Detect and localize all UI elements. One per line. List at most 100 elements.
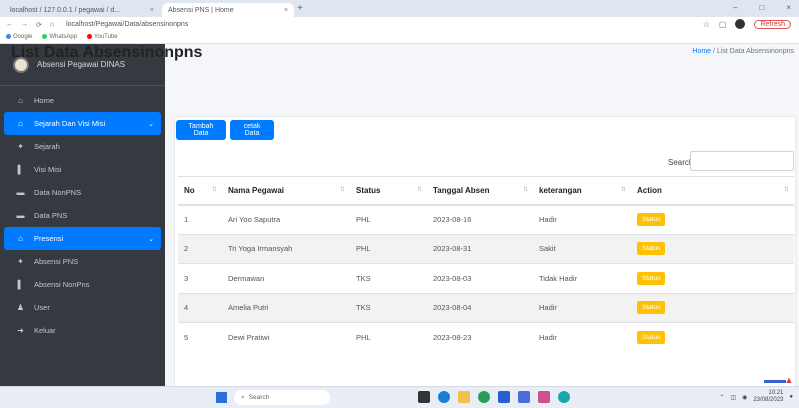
notification-icon[interactable]: ● <box>789 394 793 400</box>
table-row: 1 Ari Yoo Saputra PHL 2023-08-16 Hadir Status <box>178 204 794 234</box>
cell-nama-pegawai: Dewi Pratiwi <box>222 322 350 352</box>
sidebar-item-label: Data PNS <box>34 211 68 220</box>
column-header-nama[interactable]: Nama Pegawai ⇅ <box>222 176 350 206</box>
system-tray: ⌃ ◫ ◉ 10:21 23/08/2023 ● <box>719 390 793 404</box>
pin-icon: ✦ <box>17 142 24 151</box>
app-icon[interactable] <box>558 391 570 403</box>
office-icon[interactable] <box>538 391 550 403</box>
home-icon[interactable]: ⌂ <box>50 21 54 28</box>
cell-action: Status <box>631 263 794 293</box>
cell-status: TKS <box>350 292 427 323</box>
status-button[interactable]: Status <box>637 271 666 285</box>
breadcrumb-current: List Data Absensinonpns <box>716 48 794 55</box>
clock[interactable]: 10:21 23/08/2023 <box>753 390 783 404</box>
bookmark-whatsapp[interactable]: WhatsApp <box>42 34 77 41</box>
print-data-button[interactable]: cetak Data <box>230 120 274 140</box>
sidebar-item-data-nonpns[interactable]: ▬ Data NonPNS <box>4 181 161 204</box>
status-button[interactable]: Status <box>637 331 666 344</box>
cell-action: Status <box>631 233 794 264</box>
profile-avatar[interactable] <box>735 19 746 29</box>
extensions-icon[interactable]: ▢ <box>719 20 727 29</box>
add-data-button[interactable]: Tambah Data <box>176 120 226 140</box>
sidebar-item-absensi-nonpns[interactable]: ▌ Absensi NonPns <box>4 273 161 296</box>
os-taskbar: ⌕ Search ⌃ ◫ ◉ 10:21 23/08/2023 ● <box>0 386 799 408</box>
google-icon <box>6 34 11 40</box>
status-button[interactable]: Status <box>637 301 666 315</box>
column-header-action[interactable]: Action ⇅ <box>631 176 794 206</box>
refresh-button[interactable]: Refresh <box>754 19 791 29</box>
column-header-status[interactable]: Status ⇅ <box>350 176 427 206</box>
chevron-up-icon[interactable]: ⌃ <box>719 394 724 401</box>
store-icon[interactable] <box>498 391 510 403</box>
cell-tanggal-absen: 2023-08-23 <box>427 322 533 352</box>
new-tab-button[interactable]: + <box>297 3 303 14</box>
taskbar-apps <box>418 391 570 403</box>
address-bar-actions: ☆ ▢ Refresh <box>703 19 791 29</box>
sidebar-item-label: Visi Misi <box>34 165 62 174</box>
sidebar-item-keluar[interactable]: ➜ Keluar <box>4 319 161 342</box>
cell-keterangan: Tidak Hadir <box>533 263 631 293</box>
sort-icon: ⇅ <box>783 186 789 193</box>
table-row: 5 Dewi Pratiwi PHL 2023-08-23 Hadir Status <box>178 322 794 352</box>
forward-icon[interactable]: → <box>21 21 28 28</box>
close-window-button[interactable]: × <box>786 3 791 12</box>
status-button[interactable]: Status <box>637 242 666 256</box>
browser-tab-active[interactable]: Absensi PNS | Home × <box>162 3 294 17</box>
status-button[interactable]: Status <box>637 213 666 226</box>
volume-icon[interactable]: ◉ <box>742 394 747 401</box>
reload-icon[interactable]: ⟳ <box>36 21 42 29</box>
bar-icon: ▌ <box>17 280 24 289</box>
table-row: 4 Amelia Putri TKS 2023-08-04 Hadir Status <box>178 292 794 323</box>
browser-tab-phpmyadmin[interactable]: localhost / 127.0.0.1 / pegawai / d... × <box>4 3 160 17</box>
sidebar-item-home[interactable]: ⌂ Home <box>4 89 161 112</box>
scroll-top-icon[interactable]: ▲ <box>783 374 795 386</box>
column-header-no[interactable]: No ⇅ <box>178 176 222 206</box>
breadcrumb-home[interactable]: Home <box>692 48 711 55</box>
close-icon[interactable]: × <box>284 7 288 14</box>
sidebar-item-user[interactable]: ♟ User <box>4 296 161 319</box>
sidebar-item-label: Absensi NonPns <box>34 280 90 289</box>
task-view-icon[interactable] <box>418 391 430 403</box>
close-icon[interactable]: × <box>150 7 154 14</box>
chrome-icon[interactable] <box>478 391 490 403</box>
sidebar-item-presensi[interactable]: ⌂ Presensi ⌄ <box>4 227 161 250</box>
file-explorer-icon[interactable] <box>458 391 470 403</box>
breadcrumb-separator: / <box>713 48 715 55</box>
chevron-down-icon: ⌄ <box>148 120 154 128</box>
column-header-keterangan[interactable]: keterangan ⇅ <box>533 176 631 206</box>
sidebar-item-sejarah[interactable]: ✦ Sejarah <box>4 135 161 158</box>
pin-icon: ✦ <box>17 257 24 266</box>
minimize-button[interactable]: – <box>733 3 737 12</box>
cell-tanggal-absen: 2023-08-16 <box>427 204 533 234</box>
maximize-button[interactable]: □ <box>759 3 764 12</box>
bookmark-youtube[interactable]: YouTube <box>87 34 118 41</box>
browser-tab-bar: localhost / 127.0.0.1 / pegawai / d... ×… <box>0 0 799 17</box>
back-icon[interactable]: ← <box>6 21 13 28</box>
sidebar-nav: ⌂ Home ⌂ Sejarah Dan Visi Misi ⌄ ✦ Sejarah ▌ Vis… <box>0 89 165 342</box>
sidebar-item-absensi-pns[interactable]: ✦ Absensi PNS <box>4 250 161 273</box>
sidebar-item-label: Sejarah <box>34 142 60 151</box>
home-icon: ⌂ <box>18 234 23 243</box>
windows-start-icon[interactable] <box>216 392 227 403</box>
bookmark-google[interactable]: Google <box>6 34 32 41</box>
cell-status: PHL <box>350 204 427 234</box>
photos-icon[interactable] <box>518 391 530 403</box>
taskbar-search[interactable]: ⌕ Search <box>234 390 330 405</box>
whatsapp-icon <box>42 34 48 40</box>
search-input[interactable] <box>690 151 794 171</box>
sidebar-item-label: Keluar <box>34 326 56 335</box>
url-field[interactable]: localhost/Pegawai/Data/absensinonpns <box>66 21 188 28</box>
cell-keterangan: Hadir <box>533 322 631 352</box>
column-header-tanggal[interactable]: Tanggal Absen ⇅ <box>427 176 533 206</box>
table-row: 3 Dermawan TKS 2023-08-03 Tidak Hadir Status <box>178 263 794 293</box>
cell-nama-pegawai: Tri Yoga Irmansyah <box>222 233 350 264</box>
star-icon[interactable]: ☆ <box>703 20 710 29</box>
edge-icon[interactable] <box>438 391 450 403</box>
network-icon[interactable]: ◫ <box>730 394 736 401</box>
cell-action: Status <box>631 204 794 234</box>
sidebar-item-sejarah-dan-visi-misi[interactable]: ⌂ Sejarah Dan Visi Misi ⌄ <box>4 112 161 135</box>
sidebar-item-data-pns[interactable]: ▬ Data PNS <box>4 204 161 227</box>
sidebar-item-visi-misi[interactable]: ▌ Visi Misi <box>4 158 161 181</box>
cell-status: PHL <box>350 322 427 352</box>
cell-no: 1 <box>178 204 222 234</box>
